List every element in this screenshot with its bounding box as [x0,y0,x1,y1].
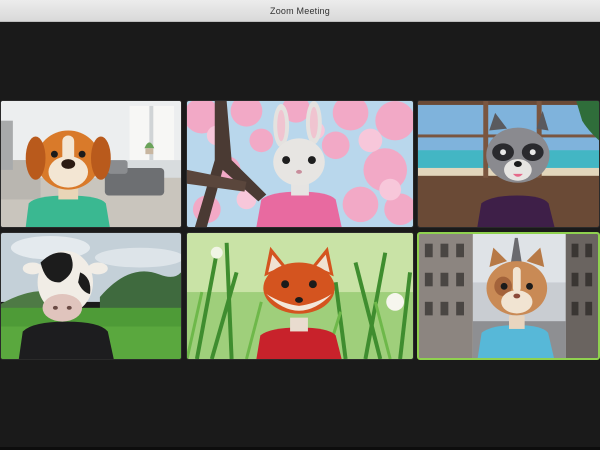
window-title: Zoom Meeting [270,5,330,16]
participant-tile-cat-active-speaker[interactable] [417,232,600,360]
gallery-view [0,22,600,447]
participant-tile-bunny[interactable] [186,100,414,228]
cat-avatar-video [419,234,598,358]
zoom-window: Zoom Meeting [0,0,600,450]
participant-tile-cow[interactable] [0,232,182,360]
title-bar[interactable]: Zoom Meeting [0,0,600,22]
dog-avatar-video [1,101,181,227]
fox-avatar-video [187,233,413,359]
raccoon-avatar-video [418,101,599,227]
bunny-avatar-video [187,101,413,227]
participant-tile-dog[interactable] [0,100,182,228]
participant-tile-fox[interactable] [186,232,414,360]
cow-avatar-video [1,233,181,359]
participant-tile-raccoon[interactable] [417,100,600,228]
